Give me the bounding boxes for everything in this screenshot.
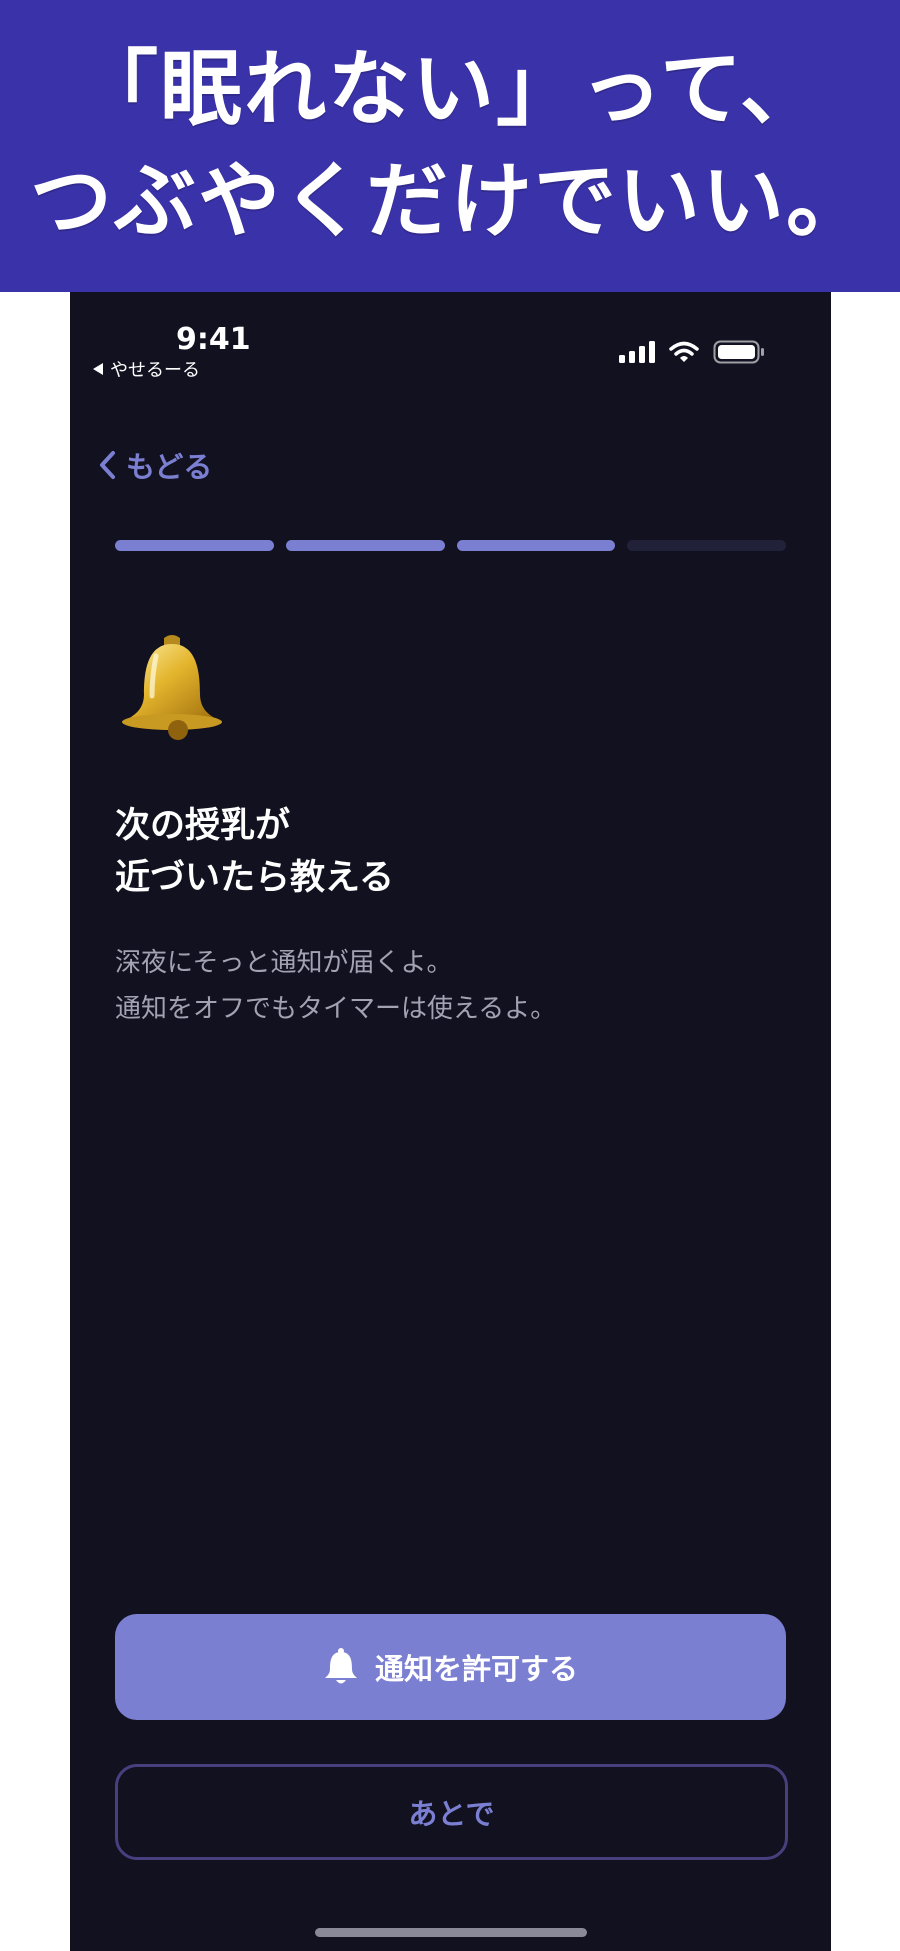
wifi-icon (669, 341, 699, 362)
back-triangle-icon (93, 363, 103, 375)
back-button[interactable]: もどる (98, 444, 212, 486)
allow-notifications-button[interactable]: 通知を許可する (115, 1614, 786, 1720)
allow-notifications-label: 通知を許可する (374, 1652, 578, 1686)
cellular-signal-icon (619, 341, 655, 363)
progress-segment-complete (285, 540, 445, 551)
bell-icon (114, 632, 230, 748)
screen-description: 深夜にそっと通知が届くよ。 通知をオフでもタイマーは使えるよ。 (115, 940, 556, 1032)
home-indicator (315, 1928, 587, 1937)
screen-title-line1: 次の授乳が (115, 806, 291, 846)
later-button[interactable]: あとで (115, 1764, 788, 1860)
back-label: もどる (126, 450, 213, 484)
phone-screen: 9:41 やせるーる もどる 次の授乳が 近づいたら教える 深夜にそっと通知が届… (70, 292, 831, 1951)
banner-headline-line2: つぶやくだけでいい。 (29, 154, 870, 249)
later-label: あとで (408, 1797, 495, 1831)
status-back-app-name: やせるーる (110, 360, 200, 381)
onboarding-progress (115, 540, 786, 551)
promo-banner: 「眠れない」って、 つぶやくだけでいい。 (0, 0, 900, 292)
screen-title-line2: 近づいたら教える (115, 858, 394, 898)
bell-icon (324, 1648, 357, 1684)
screen-title: 次の授乳が 近づいたら教える (115, 800, 394, 904)
battery-icon (713, 340, 764, 364)
progress-segment-pending (627, 540, 786, 551)
status-back-to-app[interactable]: やせるーる (92, 356, 200, 382)
status-time: 9:41 (176, 322, 251, 357)
chevron-left-icon (100, 451, 115, 479)
screen-description-line2: 通知をオフでもタイマーは使えるよ。 (115, 994, 557, 1024)
progress-segment-complete (115, 540, 274, 551)
banner-headline-line1: 「眠れない」って、 (76, 42, 824, 137)
status-icons (619, 340, 765, 364)
progress-segment-complete (456, 540, 616, 551)
screen-description-line1: 深夜にそっと通知が届くよ。 (115, 948, 453, 978)
